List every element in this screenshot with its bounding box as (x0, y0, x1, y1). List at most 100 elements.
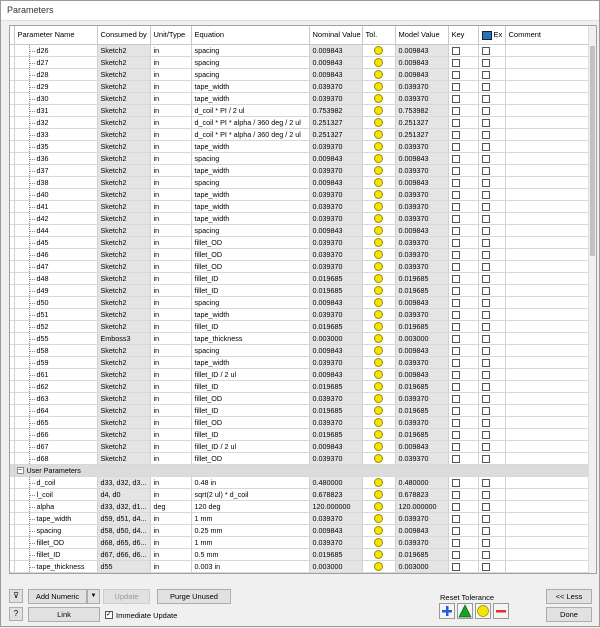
export-checkbox[interactable] (481, 454, 490, 463)
unit-cell[interactable]: in (150, 44, 192, 57)
unit-cell[interactable]: in (150, 404, 192, 417)
parameter-name-cell[interactable]: d55 (14, 332, 98, 345)
comment-cell[interactable] (505, 260, 591, 273)
tolerance-cell[interactable] (362, 368, 396, 381)
export-checkbox[interactable] (481, 442, 490, 451)
parameter-name-cell[interactable]: d46 (14, 248, 98, 261)
unit-cell[interactable]: in (150, 320, 192, 333)
tolerance-nominal-icon[interactable] (374, 322, 383, 331)
unit-cell[interactable]: in (150, 440, 192, 453)
tolerance-nominal-icon[interactable] (374, 70, 383, 79)
tolerance-cell[interactable] (362, 440, 396, 453)
table-row[interactable]: d40 Sketch2 in tape_width 0.039370 0.039370 (10, 188, 591, 201)
parameter-name-cell[interactable]: d44 (14, 224, 98, 237)
comment-cell[interactable] (505, 344, 591, 357)
equation-cell[interactable]: sqrt(2 ul) * d_coil (191, 488, 310, 501)
table-row[interactable]: d64 Sketch2 in fillet_ID 0.019685 0.019685 (10, 404, 591, 417)
tolerance-cell[interactable] (362, 224, 396, 237)
export-checkbox[interactable] (481, 118, 490, 127)
tolerance-nominal-icon[interactable] (374, 154, 383, 163)
comment-cell[interactable] (505, 320, 591, 333)
parameter-name-cell[interactable]: d50 (14, 296, 98, 309)
key-checkbox[interactable] (451, 130, 460, 139)
parameter-name-cell[interactable]: l_coil (14, 488, 98, 501)
comment-cell[interactable] (505, 524, 591, 537)
unit-cell[interactable]: in (150, 284, 192, 297)
export-checkbox[interactable] (481, 202, 490, 211)
tolerance-cell[interactable] (362, 92, 396, 105)
tolerance-nominal-icon[interactable] (374, 286, 383, 295)
tolerance-cell[interactable] (362, 164, 396, 177)
comment-cell[interactable] (505, 560, 591, 573)
unit-cell[interactable]: in (150, 308, 192, 321)
table-row[interactable]: d27 Sketch2 in spacing 0.009843 0.009843 (10, 56, 591, 69)
tolerance-nominal-icon[interactable] (374, 394, 383, 403)
link-button[interactable]: Link (28, 607, 100, 622)
header-model-value[interactable]: Model Value (395, 26, 449, 45)
tolerance-nominal-icon[interactable] (374, 106, 383, 115)
table-row[interactable]: d47 Sketch2 in fillet_OD 0.039370 0.039370 (10, 260, 591, 273)
export-checkbox[interactable] (481, 214, 490, 223)
tolerance-nominal-icon[interactable] (374, 358, 383, 367)
equation-cell[interactable]: tape_width (191, 92, 310, 105)
tolerance-cell[interactable] (362, 296, 396, 309)
tolerance-cell[interactable] (362, 140, 396, 153)
equation-cell[interactable]: tape_width (191, 188, 310, 201)
comment-cell[interactable] (505, 296, 591, 309)
key-checkbox[interactable] (451, 430, 460, 439)
tolerance-cell[interactable] (362, 260, 396, 273)
comment-cell[interactable] (505, 212, 591, 225)
key-checkbox[interactable] (451, 490, 460, 499)
export-checkbox[interactable] (481, 82, 490, 91)
table-row[interactable]: d66 Sketch2 in fillet_ID 0.019685 0.019685 (10, 428, 591, 441)
comment-cell[interactable] (505, 380, 591, 393)
key-checkbox[interactable] (451, 214, 460, 223)
comment-cell[interactable] (505, 248, 591, 261)
tolerance-cell[interactable] (362, 356, 396, 369)
unit-cell[interactable]: in (150, 80, 192, 93)
table-row[interactable]: d29 Sketch2 in tape_width 0.039370 0.039370 (10, 80, 591, 93)
collapse-icon[interactable]: − (16, 466, 24, 474)
table-row[interactable]: d55 Emboss3 in tape_thickness 0.003000 0.0030… (10, 332, 591, 345)
tolerance-cell[interactable] (362, 320, 396, 333)
key-checkbox[interactable] (451, 310, 460, 319)
export-checkbox[interactable] (481, 166, 490, 175)
help-icon[interactable]: ? (9, 607, 23, 621)
unit-cell[interactable]: in (150, 68, 192, 81)
equation-cell[interactable]: fillet_ID (191, 320, 310, 333)
unit-cell[interactable]: in (150, 272, 192, 285)
parameters-grid[interactable]: Parameter Name Consumed by Unit/Type Equ… (9, 25, 597, 574)
tolerance-median-button[interactable] (457, 603, 473, 619)
tolerance-nominal-icon[interactable] (374, 490, 383, 499)
comment-cell[interactable] (505, 488, 591, 501)
tolerance-nominal-icon[interactable] (374, 214, 383, 223)
table-row[interactable]: l_coil d4, d0 in sqrt(2 ul) * d_coil 0.67882… (10, 488, 591, 501)
tolerance-cell[interactable] (362, 548, 396, 561)
equation-cell[interactable]: spacing (191, 44, 310, 57)
header-equation[interactable]: Equation (191, 26, 310, 45)
table-row[interactable]: d45 Sketch2 in fillet_OD 0.039370 0.039370 (10, 236, 591, 249)
comment-cell[interactable] (505, 440, 591, 453)
parameter-name-cell[interactable]: d42 (14, 212, 98, 225)
equation-cell[interactable]: fillet_ID (191, 284, 310, 297)
comment-cell[interactable] (505, 44, 591, 57)
export-checkbox[interactable] (481, 154, 490, 163)
unit-cell[interactable]: deg (150, 500, 192, 513)
comment-cell[interactable] (505, 284, 591, 297)
key-checkbox[interactable] (451, 46, 460, 55)
tolerance-nominal-icon[interactable] (374, 274, 383, 283)
parameter-name-cell[interactable]: d40 (14, 188, 98, 201)
tolerance-cell[interactable] (362, 404, 396, 417)
unit-cell[interactable]: in (150, 296, 192, 309)
tolerance-nominal-icon[interactable] (374, 190, 383, 199)
comment-cell[interactable] (505, 164, 591, 177)
unit-cell[interactable]: in (150, 416, 192, 429)
unit-cell[interactable]: in (150, 116, 192, 129)
table-row[interactable]: d37 Sketch2 in tape_width 0.039370 0.039370 (10, 164, 591, 177)
equation-cell[interactable]: spacing (191, 344, 310, 357)
parameter-name-cell[interactable]: d31 (14, 104, 98, 117)
key-checkbox[interactable] (451, 106, 460, 115)
header-nominal-value[interactable]: Nominal Value (309, 26, 363, 45)
key-checkbox[interactable] (451, 250, 460, 259)
unit-cell[interactable]: in (150, 380, 192, 393)
